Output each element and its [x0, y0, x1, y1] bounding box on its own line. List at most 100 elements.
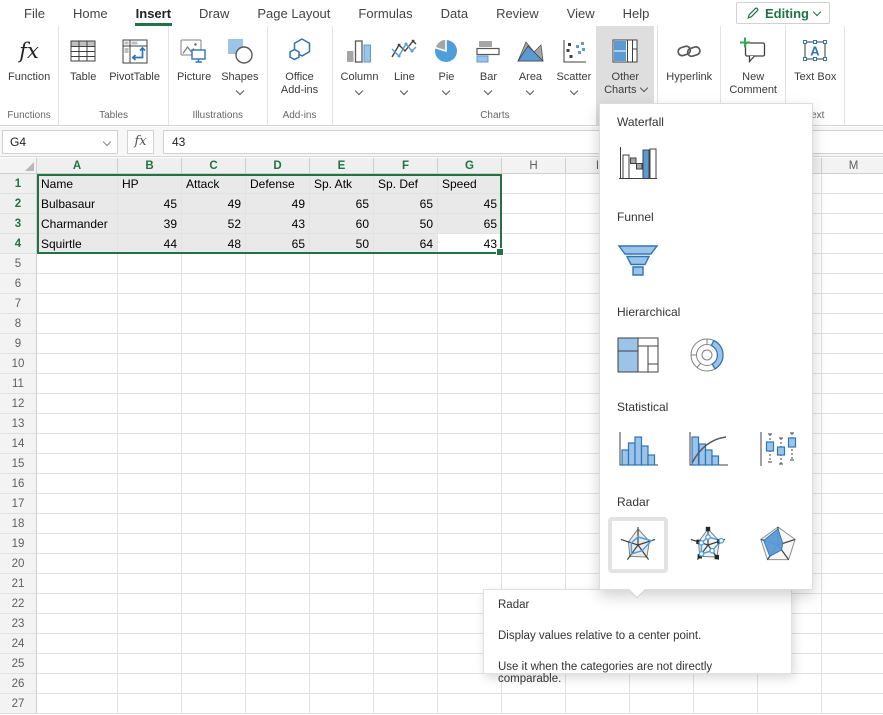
- cell-D13[interactable]: [246, 414, 310, 434]
- cell-B18[interactable]: [118, 514, 182, 534]
- radar-with-markers-chart-item[interactable]: [678, 517, 738, 573]
- insert-function-button[interactable]: fx: [127, 130, 154, 154]
- row-header-19[interactable]: 19: [0, 534, 37, 554]
- histogram-chart-item[interactable]: [608, 422, 668, 478]
- row-header-8[interactable]: 8: [0, 314, 37, 334]
- cell-A6[interactable]: [37, 274, 118, 294]
- cell-A25[interactable]: [37, 654, 118, 674]
- cell-F20[interactable]: [374, 554, 438, 574]
- cell-F23[interactable]: [374, 614, 438, 634]
- cell-E4[interactable]: 50: [310, 234, 374, 254]
- cell-E25[interactable]: [310, 654, 374, 674]
- column-header-B[interactable]: B: [118, 158, 182, 174]
- cell-M3[interactable]: [822, 214, 883, 234]
- cell-E14[interactable]: [310, 434, 374, 454]
- cell-A27[interactable]: [37, 694, 118, 714]
- cell-A11[interactable]: [37, 374, 118, 394]
- cell-C8[interactable]: [182, 314, 246, 334]
- column-header-F[interactable]: F: [374, 158, 438, 174]
- cell-E1[interactable]: Sp. Atk: [310, 174, 374, 194]
- cell-D16[interactable]: [246, 474, 310, 494]
- cell-B20[interactable]: [118, 554, 182, 574]
- cell-A23[interactable]: [37, 614, 118, 634]
- cell-C2[interactable]: 49: [182, 194, 246, 214]
- cell-E19[interactable]: [310, 534, 374, 554]
- row-header-23[interactable]: 23: [0, 614, 37, 634]
- column-header-A[interactable]: A: [37, 158, 118, 174]
- cell-G16[interactable]: [438, 474, 502, 494]
- cell-F12[interactable]: [374, 394, 438, 414]
- cell-H11[interactable]: [502, 374, 566, 394]
- cell-G18[interactable]: [438, 514, 502, 534]
- cell-A3[interactable]: Charmander: [37, 214, 118, 234]
- cell-M25[interactable]: [822, 654, 883, 674]
- cell-E20[interactable]: [310, 554, 374, 574]
- cell-M1[interactable]: [822, 174, 883, 194]
- cell-D21[interactable]: [246, 574, 310, 594]
- cell-H10[interactable]: [502, 354, 566, 374]
- cell-D27[interactable]: [246, 694, 310, 714]
- cell-C5[interactable]: [182, 254, 246, 274]
- cell-D9[interactable]: [246, 334, 310, 354]
- cell-M5[interactable]: [822, 254, 883, 274]
- cell-A13[interactable]: [37, 414, 118, 434]
- tab-data[interactable]: Data: [427, 0, 482, 26]
- cell-D12[interactable]: [246, 394, 310, 414]
- cell-C12[interactable]: [182, 394, 246, 414]
- tab-review[interactable]: Review: [482, 0, 553, 26]
- cell-E26[interactable]: [310, 674, 374, 694]
- cell-B23[interactable]: [118, 614, 182, 634]
- cell-E22[interactable]: [310, 594, 374, 614]
- cell-D18[interactable]: [246, 514, 310, 534]
- cell-C16[interactable]: [182, 474, 246, 494]
- cell-C7[interactable]: [182, 294, 246, 314]
- cell-D3[interactable]: 43: [246, 214, 310, 234]
- cell-C15[interactable]: [182, 454, 246, 474]
- cell-H18[interactable]: [502, 514, 566, 534]
- cell-F27[interactable]: [374, 694, 438, 714]
- row-header-11[interactable]: 11: [0, 374, 37, 394]
- cell-D20[interactable]: [246, 554, 310, 574]
- cell-F7[interactable]: [374, 294, 438, 314]
- column-header-G[interactable]: G: [438, 158, 502, 174]
- cell-C25[interactable]: [182, 654, 246, 674]
- cell-H15[interactable]: [502, 454, 566, 474]
- cell-C17[interactable]: [182, 494, 246, 514]
- cell-B4[interactable]: 44: [118, 234, 182, 254]
- row-header-21[interactable]: 21: [0, 574, 37, 594]
- cell-D8[interactable]: [246, 314, 310, 334]
- cell-G8[interactable]: [438, 314, 502, 334]
- cell-C23[interactable]: [182, 614, 246, 634]
- cell-E18[interactable]: [310, 514, 374, 534]
- cell-B7[interactable]: [118, 294, 182, 314]
- row-header-1[interactable]: 1: [0, 174, 37, 194]
- cell-H14[interactable]: [502, 434, 566, 454]
- cell-D24[interactable]: [246, 634, 310, 654]
- cell-B25[interactable]: [118, 654, 182, 674]
- cell-M18[interactable]: [822, 514, 883, 534]
- cell-H6[interactable]: [502, 274, 566, 294]
- cell-A21[interactable]: [37, 574, 118, 594]
- cell-D26[interactable]: [246, 674, 310, 694]
- filled-radar-chart-item[interactable]: [748, 517, 808, 573]
- cell-F1[interactable]: Sp. Def: [374, 174, 438, 194]
- cell-B19[interactable]: [118, 534, 182, 554]
- row-header-12[interactable]: 12: [0, 394, 37, 414]
- tab-formulas[interactable]: Formulas: [344, 0, 426, 26]
- cell-F17[interactable]: [374, 494, 438, 514]
- cell-B2[interactable]: 45: [118, 194, 182, 214]
- cell-E2[interactable]: 65: [310, 194, 374, 214]
- cell-C20[interactable]: [182, 554, 246, 574]
- cell-H19[interactable]: [502, 534, 566, 554]
- cell-G6[interactable]: [438, 274, 502, 294]
- cell-B24[interactable]: [118, 634, 182, 654]
- cell-F6[interactable]: [374, 274, 438, 294]
- cell-D10[interactable]: [246, 354, 310, 374]
- cell-H4[interactable]: [502, 234, 566, 254]
- cell-C26[interactable]: [182, 674, 246, 694]
- cell-C14[interactable]: [182, 434, 246, 454]
- cell-A10[interactable]: [37, 354, 118, 374]
- cell-A16[interactable]: [37, 474, 118, 494]
- column-header-M[interactable]: M: [822, 158, 883, 174]
- cell-B3[interactable]: 39: [118, 214, 182, 234]
